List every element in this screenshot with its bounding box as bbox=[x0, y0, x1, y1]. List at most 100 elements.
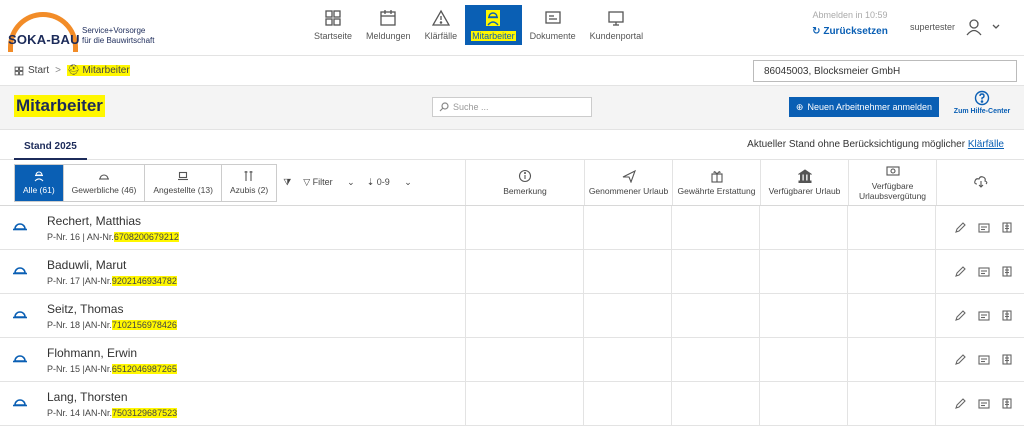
nav-meldungen[interactable]: Meldungen bbox=[360, 5, 417, 45]
document-icon bbox=[544, 11, 561, 24]
file-icon[interactable] bbox=[1002, 310, 1012, 321]
nav-label: Meldungen bbox=[366, 31, 411, 41]
sort-dropdown[interactable]: ⇣ 0-9 ⌄ bbox=[367, 177, 412, 188]
employee-name-cell: Flohmann, Erwin P-Nr. 15 |AN-Nr.65120469… bbox=[0, 338, 466, 381]
filter-dropdown[interactable]: ▽ Filter ⌄ bbox=[303, 177, 354, 188]
cell-bemerkung bbox=[466, 294, 585, 337]
tagline-line-2: für die Bauwirtschaft bbox=[82, 36, 155, 45]
breadcrumb: Start > ⛑ Mitarbeiter bbox=[14, 65, 130, 76]
card-icon[interactable] bbox=[978, 222, 990, 233]
column-download[interactable] bbox=[937, 160, 1024, 205]
employee-name[interactable]: Flohmann, Erwin bbox=[47, 346, 137, 360]
nav-startseite[interactable]: Startseite bbox=[308, 5, 358, 45]
dashboard-icon bbox=[325, 10, 341, 26]
hardhat-icon bbox=[99, 174, 110, 180]
bank-icon bbox=[797, 169, 812, 183]
row-actions bbox=[936, 250, 1024, 293]
new-employee-label: Neuen Arbeitnehmer anmelden bbox=[807, 102, 933, 112]
table-row[interactable]: Seitz, Thomas P-Nr. 18 |AN-Nr.7102156978… bbox=[0, 294, 1024, 338]
segment-gewerbliche[interactable]: Gewerbliche (46) bbox=[64, 164, 146, 201]
nav-klaerfaelle[interactable]: Klärfälle bbox=[419, 5, 464, 45]
card-icon[interactable] bbox=[978, 310, 990, 321]
filter-bar: Alle (61) Gewerbliche (46) Angestellte (… bbox=[0, 160, 466, 205]
employee-numbers: P-Nr. 17 |AN-Nr.9202146934782 bbox=[47, 276, 177, 286]
nav-kundenportal[interactable]: Kundenportal bbox=[584, 5, 650, 45]
monitor-icon bbox=[608, 11, 625, 26]
file-icon[interactable] bbox=[1002, 222, 1012, 233]
employee-name[interactable]: Baduwli, Marut bbox=[47, 258, 126, 272]
cell-bemerkung bbox=[466, 382, 585, 425]
employee-name[interactable]: Lang, Thorsten bbox=[47, 390, 128, 404]
segment-azubis[interactable]: Azubis (2) bbox=[222, 165, 276, 201]
column-genommener-urlaub[interactable]: Genommener Urlaub bbox=[585, 160, 673, 205]
table-row[interactable]: Lang, Thorsten P-Nr. 14 IAN-Nr.750312968… bbox=[0, 382, 1024, 426]
logout-timer[interactable]: Abmelden in 10:59 bbox=[790, 10, 910, 20]
worker-icon bbox=[486, 10, 501, 26]
breadcrumb-start[interactable]: Start bbox=[28, 65, 49, 76]
column-gewaehrte-erstattung[interactable]: Gewährte Erstattung bbox=[673, 160, 761, 205]
nav-mitarbeiter[interactable]: Mitarbeiter bbox=[465, 5, 522, 45]
file-icon[interactable] bbox=[1002, 354, 1012, 365]
cloud-download-icon bbox=[973, 176, 987, 188]
pencil-icon[interactable] bbox=[955, 398, 966, 409]
segment-alle[interactable]: Alle (61) bbox=[15, 164, 64, 201]
cell-bemerkung bbox=[466, 338, 585, 381]
logo-wordmark: SOKA-BAU bbox=[8, 32, 80, 47]
employee-name[interactable]: Seitz, Thomas bbox=[47, 302, 123, 316]
user-menu[interactable]: supertester bbox=[910, 18, 1001, 36]
card-icon[interactable] bbox=[978, 354, 990, 365]
column-label: Genommener Urlaub bbox=[588, 186, 669, 196]
nav-label: Kundenportal bbox=[589, 31, 644, 41]
page-title: Mitarbeiter bbox=[14, 95, 105, 117]
table-row[interactable]: Rechert, Matthias P-Nr. 16 | AN-Nr.67082… bbox=[0, 206, 1024, 250]
employee-numbers: P-Nr. 14 IAN-Nr.7503129687523 bbox=[47, 408, 178, 418]
segment-angestellte[interactable]: Angestellte (13) bbox=[145, 164, 222, 201]
cell-gewaehrte-erstattung bbox=[672, 338, 761, 381]
pencil-icon[interactable] bbox=[955, 266, 966, 277]
column-bemerkung[interactable]: Bemerkung bbox=[466, 160, 585, 205]
search-input[interactable]: Suche ... bbox=[432, 97, 592, 117]
employee-name-cell: Lang, Thorsten P-Nr. 14 IAN-Nr.750312968… bbox=[0, 382, 466, 425]
column-verfuegbarer-urlaub[interactable]: Verfügbarer Urlaub bbox=[761, 160, 849, 205]
card-icon[interactable] bbox=[978, 266, 990, 277]
cell-verfuegbarer-urlaub bbox=[760, 250, 849, 293]
help-center-link[interactable]: Zum Hilfe-Center bbox=[952, 90, 1012, 115]
page-header: Mitarbeiter Suche ... ⊕ Neuen Arbeitnehm… bbox=[0, 86, 1024, 130]
reset-button[interactable]: ↻ Zurücksetzen bbox=[790, 26, 910, 37]
cell-genommener-urlaub bbox=[584, 250, 673, 293]
column-verfuegbare-urlaubsverguetung[interactable]: Verfügbare Urlaubsvergütung bbox=[849, 160, 937, 205]
cell-bemerkung bbox=[466, 206, 585, 249]
cell-verfuegbarer-urlaub bbox=[760, 382, 849, 425]
klaerfaelle-link[interactable]: Klärfälle bbox=[968, 139, 1004, 150]
nav-dokumente[interactable]: Dokumente bbox=[524, 5, 582, 45]
pencil-icon[interactable] bbox=[955, 310, 966, 321]
new-employee-button[interactable]: ⊕ Neuen Arbeitnehmer anmelden bbox=[789, 97, 939, 117]
segment-label: Angestellte (13) bbox=[153, 185, 213, 195]
employee-type-segments: Alle (61) Gewerbliche (46) Angestellte (… bbox=[14, 163, 278, 202]
session-area: Abmelden in 10:59 ↻ Zurücksetzen bbox=[790, 10, 910, 37]
table-row[interactable]: Flohmann, Erwin P-Nr. 15 |AN-Nr.65120469… bbox=[0, 338, 1024, 382]
nav-label: Klärfälle bbox=[424, 31, 458, 41]
logo-tagline: Service+Vorsorge für die Bauwirtschaft bbox=[82, 26, 172, 46]
row-actions bbox=[936, 338, 1024, 381]
reset-filter-icon[interactable]: ⧩ bbox=[283, 177, 291, 188]
stand-note: Aktueller Stand ohne Berücksichtigung mö… bbox=[747, 139, 1004, 150]
soka-bau-logo[interactable]: SOKA-BAU Service+Vorsorge für die Bauwir… bbox=[6, 6, 176, 52]
sort-label: 0-9 bbox=[376, 177, 390, 187]
file-icon[interactable] bbox=[1002, 266, 1012, 277]
pencil-icon[interactable] bbox=[955, 222, 966, 233]
cell-verfuegbarer-urlaub bbox=[760, 206, 849, 249]
cell-verfuegbare-urlaubsverguetung bbox=[848, 250, 937, 293]
plane-icon bbox=[622, 169, 636, 183]
company-select[interactable]: 86045003, Blocksmeier GmbH bbox=[753, 60, 1017, 82]
card-icon[interactable] bbox=[978, 398, 990, 409]
employee-name[interactable]: Rechert, Matthias bbox=[47, 214, 141, 228]
pencil-icon[interactable] bbox=[955, 354, 966, 365]
tools-icon bbox=[244, 171, 253, 181]
tab-stand-2025[interactable]: Stand 2025 bbox=[14, 138, 87, 160]
file-icon[interactable] bbox=[1002, 398, 1012, 409]
cell-gewaehrte-erstattung bbox=[672, 250, 761, 293]
column-label: Gewährte Erstattung bbox=[677, 186, 756, 196]
table-row[interactable]: Baduwli, Marut P-Nr. 17 |AN-Nr.920214693… bbox=[0, 250, 1024, 294]
dashboard-icon bbox=[14, 66, 24, 75]
